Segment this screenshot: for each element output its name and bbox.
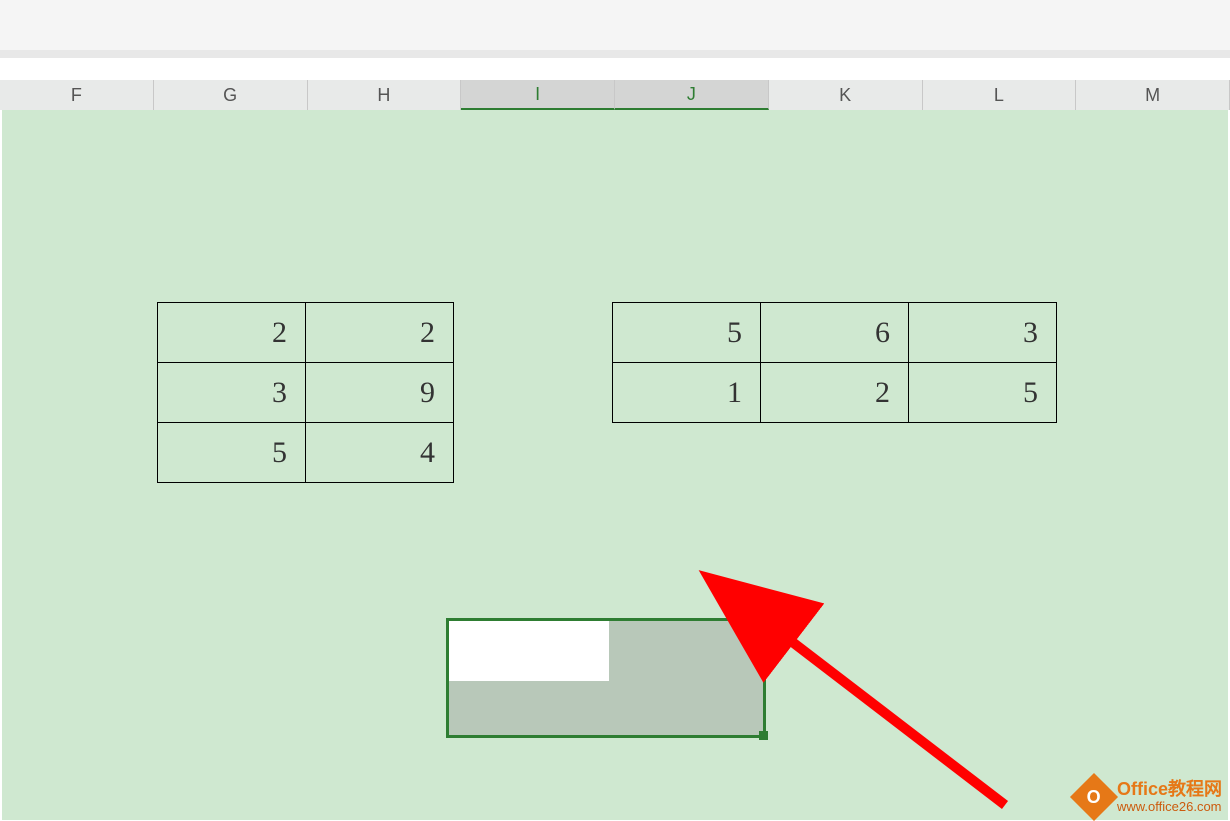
watermark-logo-icon: O — [1070, 773, 1118, 821]
col-header-L[interactable]: L — [923, 80, 1077, 110]
table-row: 5 6 3 — [613, 303, 1057, 363]
col-header-H[interactable]: H — [308, 80, 462, 110]
column-headers: F G H I J K L M — [0, 80, 1230, 110]
ribbon-area — [0, 0, 1230, 58]
cell[interactable]: 4 — [306, 423, 454, 483]
cell[interactable]: 2 — [306, 303, 454, 363]
selected-cell[interactable] — [609, 621, 763, 681]
watermark-title: Office教程网 — [1117, 780, 1222, 800]
col-header-I[interactable]: I — [461, 80, 615, 110]
data-table-1: 2 2 3 9 5 4 — [157, 302, 454, 483]
col-header-M[interactable]: M — [1076, 80, 1230, 110]
spreadsheet-grid[interactable]: 2 2 3 9 5 4 5 6 3 1 2 5 — [2, 110, 1228, 820]
table-row: 5 4 — [158, 423, 454, 483]
watermark-letter: O — [1087, 786, 1101, 807]
col-header-K[interactable]: K — [769, 80, 923, 110]
watermark: O Office教程网 www.office26.com — [1077, 780, 1222, 814]
active-cell[interactable] — [449, 621, 609, 681]
cell[interactable]: 5 — [613, 303, 761, 363]
cell[interactable]: 1 — [613, 363, 761, 423]
cell-selection[interactable] — [446, 618, 766, 738]
col-header-J[interactable]: J — [615, 80, 769, 110]
watermark-text: Office教程网 www.office26.com — [1117, 780, 1222, 814]
col-header-F[interactable]: F — [0, 80, 154, 110]
table-row: 2 2 — [158, 303, 454, 363]
table-row: 1 2 5 — [613, 363, 1057, 423]
cell[interactable]: 9 — [306, 363, 454, 423]
cell[interactable]: 2 — [158, 303, 306, 363]
cell[interactable]: 2 — [761, 363, 909, 423]
selected-cell[interactable] — [449, 681, 763, 735]
watermark-url: www.office26.com — [1117, 800, 1222, 814]
cell[interactable]: 3 — [909, 303, 1057, 363]
fill-handle[interactable] — [759, 731, 768, 740]
col-header-G[interactable]: G — [154, 80, 308, 110]
cell[interactable]: 5 — [909, 363, 1057, 423]
data-table-2: 5 6 3 1 2 5 — [612, 302, 1057, 423]
cell[interactable]: 6 — [761, 303, 909, 363]
cell[interactable]: 3 — [158, 363, 306, 423]
cell[interactable]: 5 — [158, 423, 306, 483]
table-row: 3 9 — [158, 363, 454, 423]
